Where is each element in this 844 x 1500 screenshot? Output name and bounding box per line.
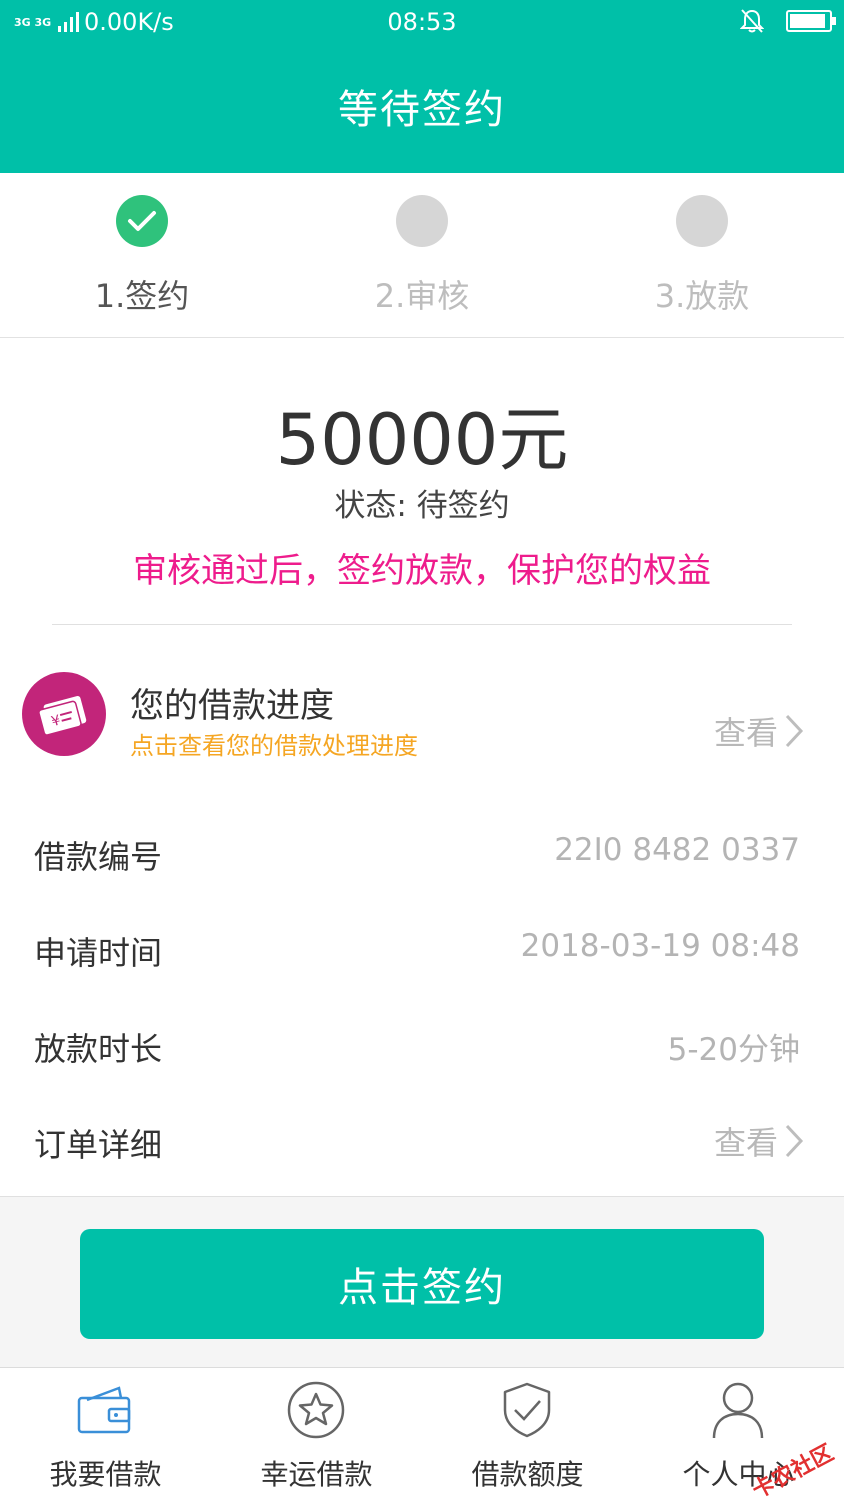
loan-status: 状态: 待签约 [334,488,510,524]
divider [52,624,792,625]
shield-icon [503,1382,551,1438]
progress-view-link[interactable]: 查看 [714,708,804,754]
step-dot-icon [676,195,728,247]
battery-icon [786,10,836,32]
order-view-link[interactable]: 查看 [714,1118,804,1164]
loan-amount: 50000元 [275,399,569,481]
tab-lucky[interactable]: 幸运借款 [211,1368,422,1500]
tab-label: 借款额度 [471,1458,584,1491]
step-dot-icon [396,195,448,247]
chevron-right-icon [785,714,804,748]
battery-fill [790,14,825,28]
star-icon [287,1381,345,1439]
page-title: 等待签约 [338,87,506,133]
step-check-icon [116,195,168,247]
detail-row-order-detail[interactable]: 订单详细 查看 [0,1094,844,1190]
tab-credit[interactable]: 借款额度 [422,1368,633,1500]
row-value: 22I0 8482 0337 [554,832,800,868]
chevron-right-icon [785,1124,804,1158]
detail-row-disburse-time: 放款时长 5-20分钟 [0,998,844,1094]
row-value: 5-20分钟 [667,1032,800,1068]
view-label: 查看 [713,714,778,752]
page-header: 等待签约 [0,48,844,173]
progress-subtitle: 点击查看您的借款处理进度 [130,732,418,760]
step-review: 2.审核 [312,195,532,317]
tab-label: 幸运借款 [260,1458,373,1491]
step-sign: 1.签约 [32,195,252,317]
sign-notice: 审核通过后，签约放款，保护您的权益 [133,551,711,591]
step-label: 3.放款 [654,277,750,315]
step-disburse: 3.放款 [592,195,812,317]
status-bar: 3G 3G 0.00K/s 08:53 [0,0,844,48]
row-label: 申请时间 [34,934,163,972]
tab-borrow[interactable]: 我要借款 [0,1368,211,1500]
view-label: 查看 [713,1124,778,1162]
step-label: 2.审核 [374,277,470,315]
tab-profile[interactable]: 个人中心 [633,1368,844,1500]
row-label: 放款时长 [34,1030,163,1068]
row-label: 订单详细 [34,1126,163,1164]
sign-button[interactable]: 点击签约 [80,1229,764,1339]
loan-progress-row[interactable]: ¥ 您的借款进度 点击查看您的借款处理进度 查看 [0,668,844,783]
detail-row-loan-number: 借款编号 22I0 8482 0337 [0,806,844,902]
status-time: 08:53 [387,8,457,36]
row-value: 2018-03-19 08:48 [520,928,800,964]
wallet-icon [77,1386,131,1434]
status-right [740,8,836,34]
progress-title: 您的借款进度 [130,686,334,726]
user-icon [712,1382,764,1439]
detail-row-apply-time: 申请时间 2018-03-19 08:48 [0,902,844,998]
row-label: 借款编号 [34,838,163,876]
action-area: 点击签约 [0,1196,844,1367]
receipt-icon: ¥ [22,672,106,756]
step-indicator: 1.签约 2.审核 3.放款 [0,173,844,338]
step-label: 1.签约 [94,277,190,315]
bell-muted-icon [740,9,764,33]
tab-label: 我要借款 [49,1458,162,1491]
tab-bar: 我要借款 幸运借款 借款额度 个人中心 卡农社区 [0,1367,844,1500]
